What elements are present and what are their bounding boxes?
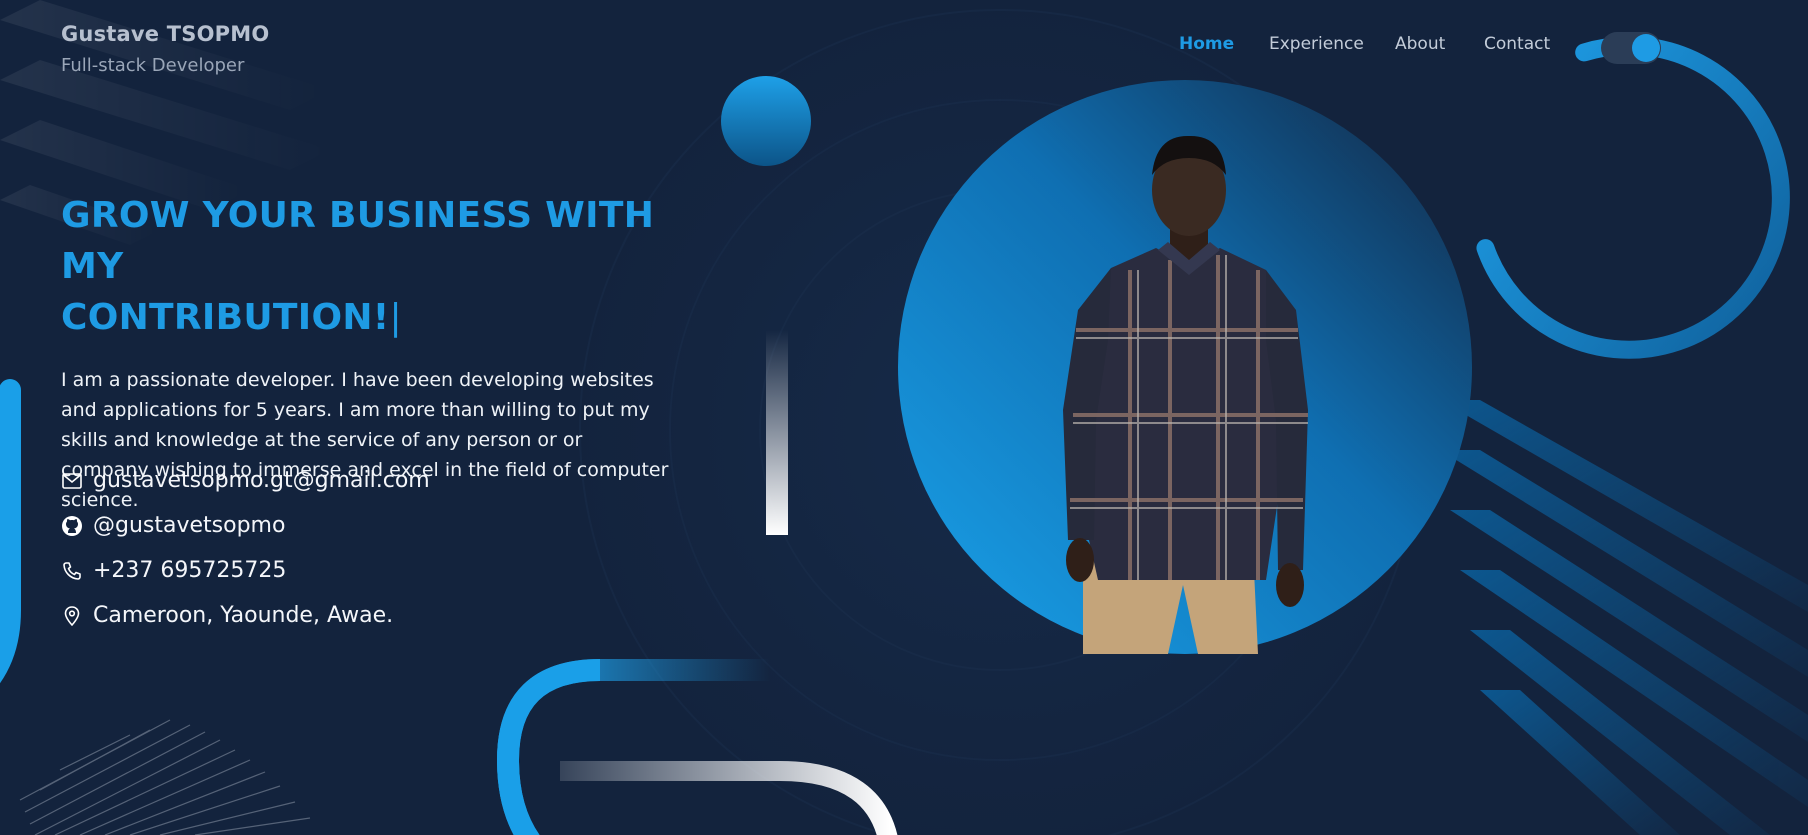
moon-icon — [1641, 42, 1648, 54]
location-pin-icon — [61, 605, 83, 627]
contact-list: gustavetsopmo.gt@gmail.com @gustavetsopm… — [61, 458, 430, 638]
main-nav: Home Experience About Contact — [0, 34, 1808, 60]
portrait-image — [898, 80, 1472, 654]
hero-headline: GROW YOUR BUSINESS WITH MY CONTRIBUTION!… — [61, 190, 681, 343]
contact-phone[interactable]: +237 695725725 — [61, 548, 430, 593]
headline-line1: GROW YOUR BUSINESS WITH MY — [61, 195, 655, 287]
contact-location: Cameroon, Yaounde, Awae. — [61, 593, 430, 638]
contact-github[interactable]: @gustavetsopmo — [61, 503, 430, 548]
nav-about[interactable]: About — [1395, 34, 1445, 54]
portfolio-page: Gustave TSOPMO Full-stack Developer Home… — [0, 0, 1808, 835]
contact-phone-text[interactable]: +237 695725725 — [93, 558, 286, 583]
profile-portrait — [898, 80, 1472, 654]
phone-icon — [61, 560, 83, 582]
toggle-knob — [1632, 34, 1660, 62]
headline-line2: CONTRIBUTION! — [61, 297, 390, 338]
nav-contact[interactable]: Contact — [1484, 34, 1550, 54]
theme-toggle[interactable] — [1601, 32, 1661, 64]
typing-caret: | — [389, 297, 402, 338]
contact-email[interactable]: gustavetsopmo.gt@gmail.com — [61, 458, 430, 503]
nav-home[interactable]: Home — [1179, 34, 1234, 54]
mail-icon — [61, 470, 83, 492]
contact-location-text: Cameroon, Yaounde, Awae. — [93, 603, 394, 628]
github-icon — [61, 515, 83, 537]
contact-email-text[interactable]: gustavetsopmo.gt@gmail.com — [93, 468, 430, 493]
nav-experience[interactable]: Experience — [1269, 34, 1364, 54]
contact-github-text[interactable]: @gustavetsopmo — [93, 513, 285, 538]
